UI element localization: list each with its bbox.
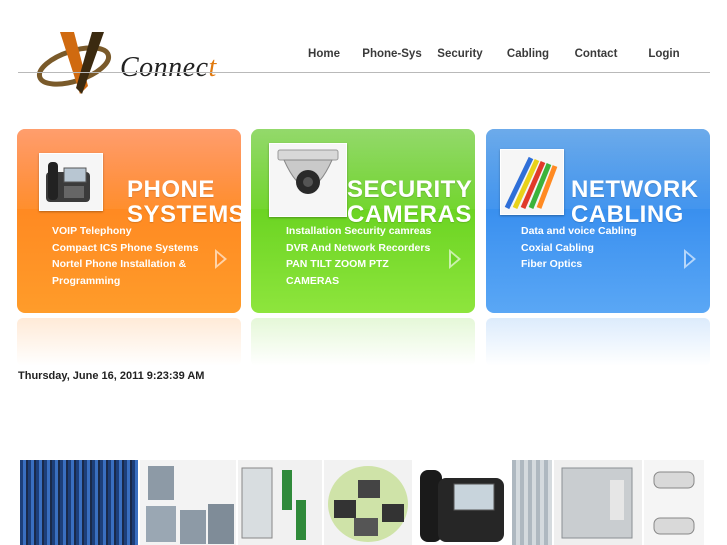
card-reflection	[251, 318, 475, 366]
header-divider	[18, 72, 710, 73]
phone-systems-card[interactable]: PHONE SYSTEMS VOIP Telephony Compact ICS…	[17, 129, 241, 313]
nav-security[interactable]: Security	[426, 48, 494, 60]
card-reflection	[17, 318, 241, 366]
card-reflection	[486, 318, 710, 366]
cable-thumbnail	[500, 149, 564, 215]
product-image-strip	[20, 460, 710, 545]
list-item[interactable]: Nortel Phone Installation & Programming	[52, 256, 202, 289]
nav-home[interactable]: Home	[290, 48, 358, 60]
security-cameras-card[interactable]: SECURITY CAMERAS Installation Security c…	[251, 129, 475, 313]
chevron-right-icon[interactable]	[447, 247, 463, 271]
server-rack-image	[512, 460, 552, 545]
chevron-right-icon[interactable]	[213, 247, 229, 271]
nav-cabling[interactable]: Cabling	[494, 48, 562, 60]
cabinet-icon	[146, 466, 234, 544]
card-title: SECURITY CAMERAS	[347, 176, 473, 228]
card-item-list: VOIP Telephony Compact ICS Phone Systems…	[52, 223, 202, 289]
patch-panel-image	[20, 460, 138, 545]
nav-contact[interactable]: Contact	[562, 48, 630, 60]
logo-mark-icon	[36, 32, 112, 94]
phone-thumbnail	[39, 153, 103, 211]
list-item[interactable]: Data and voice Cabling	[521, 223, 671, 240]
chevron-right-icon[interactable]	[682, 247, 698, 271]
list-item[interactable]: DVR And Network Recorders	[286, 240, 436, 257]
main-nav: Home Phone-Sys Security Cabling Contact …	[290, 48, 698, 60]
security-camera-image	[644, 460, 704, 545]
list-item[interactable]: Coxial Cabling	[521, 240, 671, 257]
desk-phone-icon	[46, 162, 90, 202]
card-title: NETWORK CABLING	[571, 176, 699, 228]
card-item-list: Data and voice Cabling Coxial Cabling Fi…	[521, 223, 671, 273]
wall-unit-icon	[561, 467, 633, 539]
nav-phone-sys[interactable]: Phone-Sys	[358, 48, 426, 60]
circuit-cards-image	[238, 460, 322, 545]
site-logo-text: Connect	[120, 52, 217, 84]
logo-text-main: Connec	[120, 52, 209, 83]
circuit-board-icon	[241, 467, 306, 540]
ip-phone-image	[414, 460, 510, 545]
list-item[interactable]: Compact ICS Phone Systems	[52, 240, 202, 257]
phone-system-cabinet-image	[140, 460, 236, 545]
nav-login[interactable]: Login	[630, 48, 698, 60]
phone-collection-image	[324, 460, 412, 545]
ip-phone-icon	[420, 470, 504, 542]
current-datetime: Thursday, June 16, 2011 9:23:39 AM	[18, 370, 205, 382]
wall-unit-image	[554, 460, 642, 545]
list-item[interactable]: Fiber Optics	[521, 256, 671, 273]
network-cabling-card[interactable]: NETWORK CABLING Data and voice Cabling C…	[486, 129, 710, 313]
phones-icon	[328, 466, 408, 542]
camera-thumbnail	[269, 143, 347, 217]
list-item[interactable]: Installation Security camreas	[286, 223, 436, 240]
logo-text-accent: t	[208, 52, 217, 83]
dome-camera-icon	[277, 149, 339, 194]
bullet-camera-icon	[653, 471, 695, 535]
card-item-list: Installation Security camreas DVR And Ne…	[286, 223, 436, 289]
list-item[interactable]: VOIP Telephony	[52, 223, 202, 240]
network-cables-icon	[504, 156, 558, 210]
list-item[interactable]: PAN TILT ZOOM PTZ CAMERAS	[286, 256, 436, 289]
card-title: PHONE SYSTEMS	[127, 176, 241, 228]
